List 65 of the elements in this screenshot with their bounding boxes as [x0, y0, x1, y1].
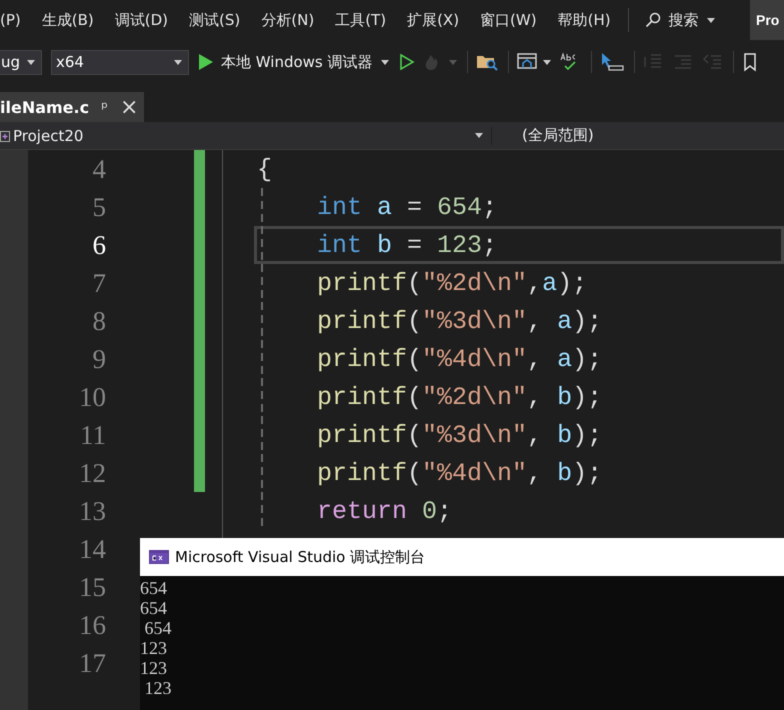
search-button[interactable]: 搜索 — [644, 10, 715, 30]
caret-icon — [27, 60, 35, 64]
line-number: 14 — [78, 534, 106, 564]
line-number: 8 — [92, 306, 106, 336]
line-number: 13 — [78, 496, 106, 526]
line-number: 12 — [78, 458, 106, 488]
code-line: printf("%2d\n", b); — [317, 382, 602, 412]
line-number: 16 — [78, 610, 106, 640]
menu-item[interactable]: 调试(D) — [114, 10, 168, 30]
project-dropdown[interactable]: Project20 — [0, 126, 492, 144]
cursor-icon[interactable] — [600, 52, 624, 72]
menu-item[interactable]: 工具(T) — [335, 10, 386, 30]
console-output-line: 654 — [140, 578, 167, 598]
caret-icon — [475, 133, 483, 138]
menu-item[interactable]: (P) — [0, 11, 21, 29]
platform-dropdown[interactable]: x64 — [51, 50, 189, 74]
search-icon — [644, 12, 661, 28]
menu-item[interactable]: 分析(N) — [261, 10, 314, 30]
line-number: 17 — [78, 648, 106, 678]
code-line: { — [257, 154, 272, 184]
console-output-line: 654 — [140, 598, 167, 618]
menu-item[interactable]: 扩展(X) — [407, 10, 460, 30]
caret-icon — [380, 60, 388, 64]
menu-item[interactable]: 帮助(H) — [558, 10, 611, 30]
menu-item[interactable]: 生成(B) — [42, 10, 94, 30]
code-line: printf("%2d\n",a); — [317, 268, 588, 298]
project-icon — [0, 128, 10, 142]
code-line: int b = 123; — [317, 230, 498, 260]
window-icon[interactable] — [516, 52, 538, 72]
line-number: 4 — [92, 154, 106, 184]
pin-button[interactable]: ᵖ — [101, 98, 108, 116]
line-number: 6 — [92, 230, 106, 260]
console-output-line: 123 — [140, 638, 167, 658]
console-output-line: 123 — [144, 678, 172, 698]
code-line: return 0; — [317, 496, 452, 526]
configuration-dropdown[interactable]: ug — [0, 50, 42, 74]
line-number: 10 — [78, 382, 106, 412]
file-tab[interactable]: ileName.c ᵖ × — [0, 92, 144, 122]
project-button[interactable]: Pro — [750, 0, 784, 40]
console-title: Microsoft Visual Studio 调试控制台 — [175, 548, 426, 566]
line-number: 15 — [78, 572, 106, 602]
caret-icon — [542, 60, 550, 64]
code-line: printf("%3d\n", b); — [317, 420, 602, 450]
code-line: printf("%3d\n", a); — [317, 306, 602, 336]
search-label: 搜索 — [668, 10, 699, 30]
menu-item[interactable]: 测试(S) — [189, 10, 240, 30]
scope-dropdown[interactable]: (全局范围) — [492, 126, 594, 145]
close-button[interactable]: × — [120, 94, 138, 120]
bookmark-icon[interactable] — [742, 52, 758, 72]
console-output-line: 123 — [140, 658, 167, 678]
line-number: 11 — [79, 420, 106, 450]
caret-icon — [706, 18, 715, 22]
debug-button[interactable]: 本地 Windows 调试器 — [199, 52, 388, 72]
menu-item[interactable]: 窗口(W) — [480, 10, 537, 30]
code-line: printf("%4d\n", b); — [317, 458, 602, 488]
line-number: 7 — [92, 268, 106, 298]
line-number: 5 — [92, 192, 106, 222]
play-icon — [199, 54, 213, 70]
line-number: 9 — [92, 344, 106, 374]
caret-icon — [174, 60, 182, 64]
code-line: int a = 654; — [317, 192, 498, 222]
code-line: printf("%4d\n", a); — [317, 344, 602, 374]
console-icon — [149, 550, 169, 564]
console-output-line: 654 — [144, 618, 172, 638]
caret-icon — [448, 60, 456, 64]
